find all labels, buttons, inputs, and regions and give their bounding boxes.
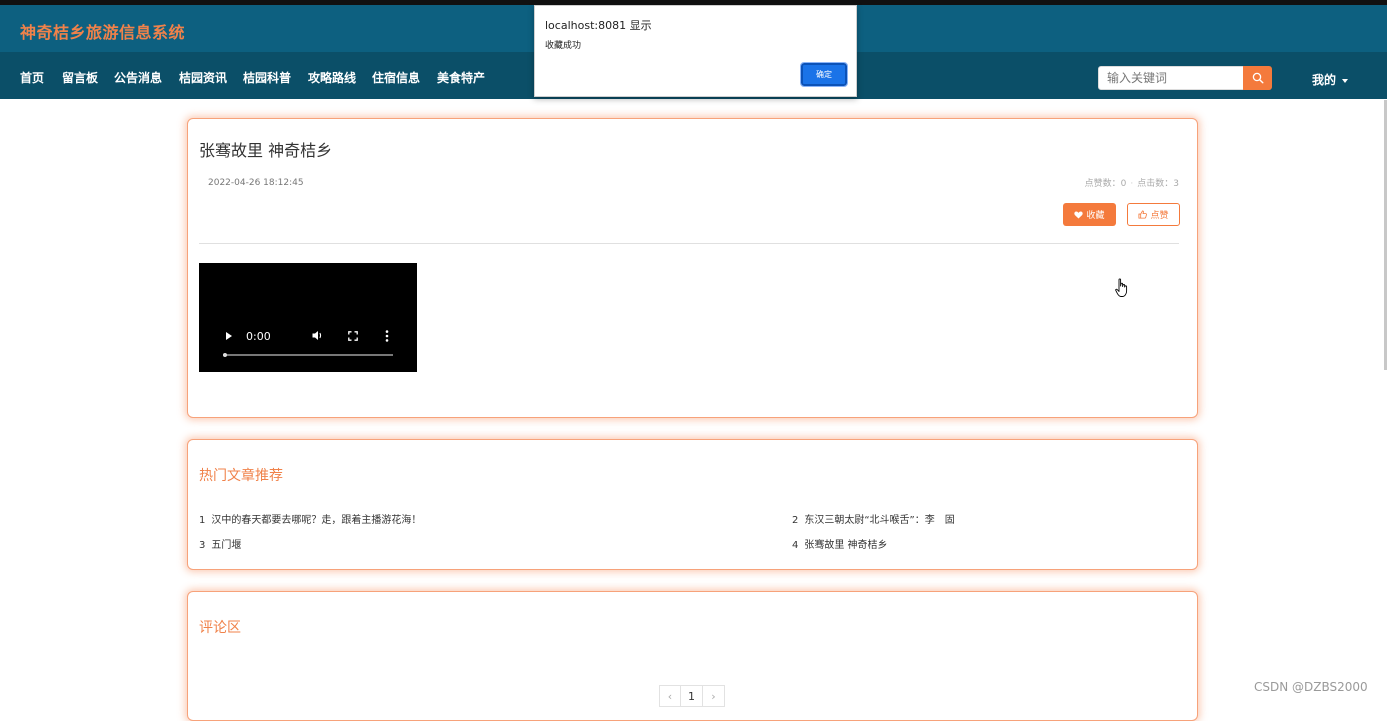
favorite-button-label: 收藏 xyxy=(1086,211,1105,221)
hot-article-title: 汉中的春天都要去哪呢？走，跟着主播游花海！ xyxy=(211,515,422,526)
alert-dialog: localhost:8081 显示 收藏成功 确定 xyxy=(534,5,857,97)
hot-article-item[interactable]: 2 东汉三朝太尉“北斗喉舌”：李 固 xyxy=(792,511,955,526)
pagination-next[interactable]: › xyxy=(703,685,725,707)
nav-item-announcements[interactable]: 公告消息 xyxy=(114,69,162,86)
hot-article-item[interactable]: 4 张骞故里 神奇桔乡 xyxy=(792,536,888,551)
hot-article-number: 3 xyxy=(199,540,206,551)
dialog-message: 收藏成功 xyxy=(545,41,582,51)
hot-article-number: 4 xyxy=(792,540,799,551)
pagination-prev[interactable]: ‹ xyxy=(659,685,681,707)
play-icon[interactable] xyxy=(226,332,232,340)
more-options-icon[interactable] xyxy=(385,330,389,342)
comments-title: 评论区 xyxy=(199,620,241,636)
hot-article-title: 张骞故里 神奇桔乡 xyxy=(804,540,888,551)
search-button[interactable] xyxy=(1243,66,1272,90)
hot-article-number: 1 xyxy=(199,515,206,526)
nav-item-message-board[interactable]: 留言板 xyxy=(62,69,98,86)
video-time: 0:00 xyxy=(246,330,271,343)
like-button-label: 点赞 xyxy=(1150,211,1169,221)
article-card: 张骞故里 神奇桔乡 2022-04-26 18:12:45 点赞数：0 · 点击数：… xyxy=(187,118,1198,418)
nav-item-orchard-news[interactable]: 桔园资讯 xyxy=(179,69,227,86)
hot-article-item[interactable]: 3 五门堰 xyxy=(199,536,241,551)
hot-article-item[interactable]: 1 汉中的春天都要去哪呢？走，跟着主播游花海！ xyxy=(199,511,421,526)
hot-articles-title: 热门文章推荐 xyxy=(199,468,283,484)
heart-icon xyxy=(1074,211,1084,219)
nav-item-home[interactable]: 首页 xyxy=(20,69,44,86)
site-title: 神奇桔乡旅游信息系统 xyxy=(20,23,186,42)
dialog-title: localhost:8081 显示 xyxy=(545,19,652,32)
stats-separator: · xyxy=(1130,179,1134,189)
fullscreen-icon[interactable] xyxy=(348,331,358,341)
nav-item-lodging[interactable]: 住宿信息 xyxy=(372,69,420,86)
video-progress-bar[interactable] xyxy=(223,353,393,357)
clicks-count: 点击数：3 xyxy=(1137,179,1179,189)
article-date: 2022-04-26 18:12:45 xyxy=(208,178,304,188)
thumbs-up-icon xyxy=(1138,210,1148,219)
user-menu[interactable]: 我的 xyxy=(1312,71,1349,88)
like-button[interactable]: 点赞 xyxy=(1127,203,1180,226)
dialog-ok-button[interactable]: 确定 xyxy=(800,62,848,87)
video-player[interactable]: 0:00 xyxy=(199,263,417,372)
article-stats: 点赞数：0 · 点击数：3 xyxy=(1085,176,1179,189)
pagination: ‹ 1 › xyxy=(659,685,725,707)
pagination-page[interactable]: 1 xyxy=(681,685,703,707)
nav-item-orchard-science[interactable]: 桔园科普 xyxy=(243,69,291,86)
likes-count: 点赞数：0 xyxy=(1084,179,1127,189)
article-title: 张骞故里 神奇桔乡 xyxy=(199,141,333,160)
volume-icon[interactable] xyxy=(312,330,324,341)
user-menu-label: 我的 xyxy=(1312,73,1337,87)
hot-article-title: 五门堰 xyxy=(211,540,242,551)
hand-pointer-icon xyxy=(1115,278,1128,297)
hot-article-title: 东汉三朝太尉“北斗喉舌”：李 固 xyxy=(804,515,955,526)
video-progress-handle[interactable] xyxy=(223,353,227,357)
divider xyxy=(199,243,1179,244)
watermark: CSDN @DZBS2000 xyxy=(1254,680,1368,694)
search-icon xyxy=(1252,72,1264,84)
nav-item-travel-guides[interactable]: 攻略路线 xyxy=(308,69,356,86)
hot-articles-card: 热门文章推荐 1 汉中的春天都要去哪呢？走，跟着主播游花海！ 2 东汉三朝太尉“北斗… xyxy=(187,439,1198,570)
search-input[interactable] xyxy=(1098,66,1244,90)
favorite-button[interactable]: 收藏 xyxy=(1063,203,1116,226)
hot-article-number: 2 xyxy=(792,515,799,526)
nav-item-food-specialties[interactable]: 美食特产 xyxy=(437,69,485,86)
caret-down-icon xyxy=(1342,78,1349,83)
